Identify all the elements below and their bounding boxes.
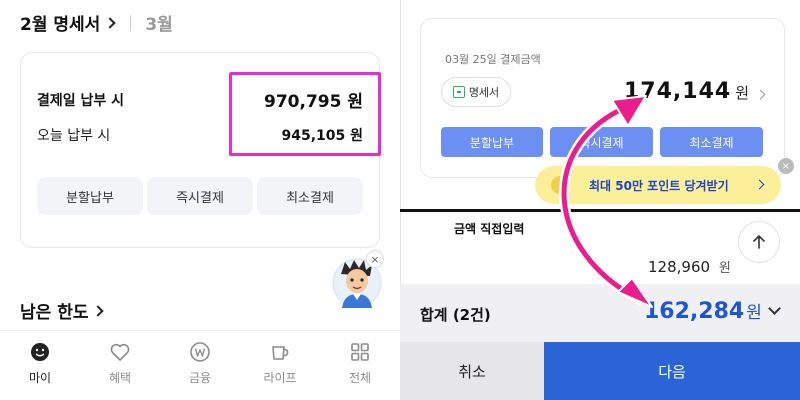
minimum-pay-button[interactable]: 최소결제 bbox=[257, 177, 363, 215]
nav-label-all: 전체 bbox=[348, 371, 372, 385]
nav-label-benefits: 혜택 bbox=[108, 371, 132, 385]
installment-button[interactable]: 분할납부 bbox=[37, 177, 143, 215]
payment-amount-unit: 원 bbox=[735, 84, 749, 102]
payment-action-row: 분할납부 즉시결제 최소결제 bbox=[441, 127, 763, 157]
mascot-close-button[interactable]: × bbox=[366, 250, 384, 268]
total-bar[interactable]: 합계 (2건) 162,284 원 bbox=[400, 284, 800, 342]
payment-amount[interactable]: 174,144 원 bbox=[623, 79, 766, 104]
grid-icon bbox=[351, 343, 369, 361]
direct-input-label[interactable]: 금액 직접입력 bbox=[454, 220, 524, 237]
nav-item-my[interactable]: 마이 bbox=[0, 331, 80, 400]
item-amount-unit: 원 bbox=[718, 261, 731, 276]
payment-amount-value: 174,144 bbox=[623, 79, 732, 104]
bottom-navigation: 마이 혜택 금융 라이프 전체 bbox=[0, 330, 400, 400]
nav-label-life: 라이프 bbox=[263, 371, 297, 385]
item-amount: 128,960 원 bbox=[648, 257, 731, 276]
minimum-pay-button[interactable]: 최소결제 bbox=[660, 127, 763, 157]
statement-pill-button[interactable]: 명세서 bbox=[441, 77, 511, 107]
installment-button[interactable]: 분할납부 bbox=[441, 127, 543, 157]
payment-action-row: 분할납부 즉시결제 최소결제 bbox=[37, 177, 363, 215]
document-icon bbox=[452, 86, 465, 98]
chevron-right-icon bbox=[755, 89, 766, 100]
payment-date-label: 03월 25일 결제금액 bbox=[445, 53, 541, 66]
scroll-top-button[interactable] bbox=[738, 221, 780, 263]
payment-summary-card: 03월 25일 결제금액 명세서 174,144 원 분할납부 즉시결제 최소결… bbox=[420, 18, 785, 178]
total-amount-unit: 원 bbox=[746, 303, 762, 323]
due-date-label: 결제일 납부 시 bbox=[37, 92, 125, 109]
statement-pill-label: 명세서 bbox=[468, 86, 500, 99]
cup-icon bbox=[272, 346, 289, 360]
chevron-right-icon bbox=[92, 304, 105, 317]
nav-item-all[interactable]: 전체 bbox=[320, 331, 400, 400]
promo-text: 최대 50만 포인트 당겨받기 bbox=[589, 178, 729, 193]
remaining-limit-header[interactable]: 남은 한도 bbox=[20, 298, 105, 323]
chevron-down-icon[interactable] bbox=[768, 302, 781, 315]
smile-icon bbox=[31, 343, 49, 361]
statement-header[interactable]: 2월 명세서 3월 bbox=[20, 10, 173, 35]
arrow-up-icon bbox=[753, 235, 765, 249]
instant-pay-button[interactable]: 즉시결제 bbox=[550, 127, 653, 157]
statement-title[interactable]: 2월 명세서 bbox=[20, 10, 100, 35]
next-button[interactable]: 다음 bbox=[544, 342, 800, 400]
remaining-limit-title[interactable]: 남은 한도 bbox=[20, 298, 88, 323]
nav-item-finance[interactable]: 금융 bbox=[160, 331, 240, 400]
won-coin-icon bbox=[190, 342, 210, 362]
nav-item-benefits[interactable]: 혜택 bbox=[80, 331, 160, 400]
chevron-right-icon bbox=[754, 179, 765, 190]
highlight-annotation-box bbox=[229, 72, 381, 156]
nav-label-finance: 금융 bbox=[188, 371, 212, 385]
chevron-right-icon bbox=[104, 16, 116, 29]
points-promo-banner[interactable]: 최대 50만 포인트 당겨받기 bbox=[535, 166, 781, 204]
divider bbox=[130, 14, 132, 31]
left-screen: 2월 명세서 3월 결제일 납부 시 970,795 원 오늘 납부 시 945… bbox=[0, 0, 400, 400]
total-label: 합계 (2건) bbox=[420, 306, 491, 324]
coin-icon bbox=[551, 176, 569, 194]
instant-pay-button[interactable]: 즉시결제 bbox=[147, 177, 253, 215]
heart-icon bbox=[110, 343, 130, 361]
next-month-tab[interactable]: 3월 bbox=[145, 10, 172, 35]
total-amount: 162,284 원 bbox=[644, 298, 762, 324]
nav-item-life[interactable]: 라이프 bbox=[240, 331, 320, 400]
item-amount-value: 128,960 bbox=[648, 258, 711, 276]
cancel-button[interactable]: 취소 bbox=[400, 342, 544, 400]
total-amount-value: 162,284 bbox=[644, 299, 745, 324]
promo-close-button[interactable]: × bbox=[778, 158, 794, 174]
today-label: 오늘 납부 시 bbox=[37, 128, 111, 144]
nav-label-my: 마이 bbox=[28, 371, 52, 385]
section-divider bbox=[400, 209, 800, 212]
